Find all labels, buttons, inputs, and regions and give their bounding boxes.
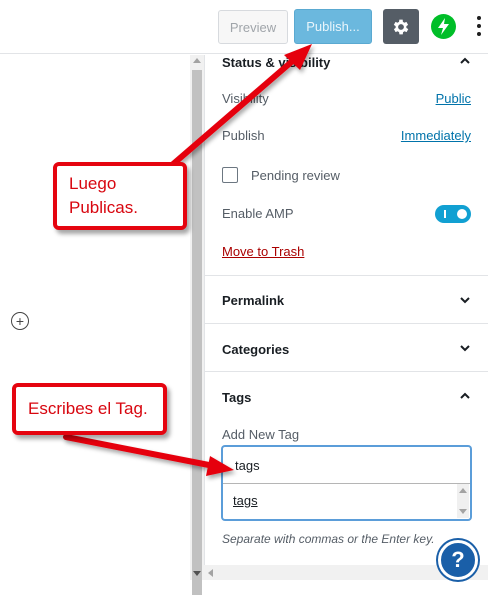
scroll-up-arrow-icon[interactable] (193, 58, 201, 63)
chevron-down-icon[interactable] (460, 295, 470, 305)
editor-toolbar: Preview Publish... (0, 0, 488, 54)
chevron-up-icon[interactable] (460, 56, 470, 66)
pending-review-label: Pending review (251, 168, 340, 183)
chevron-down-icon[interactable] (460, 343, 470, 353)
permalink-title[interactable]: Permalink (222, 293, 284, 308)
preview-button[interactable]: Preview (218, 10, 288, 44)
annotation-callout-publish: Luego Publicas. (53, 162, 187, 230)
tags-hint: Separate with commas or the Enter key. (222, 532, 435, 546)
tag-input-field[interactable]: tags tags (222, 446, 471, 520)
suggestion-divider (223, 483, 470, 484)
panel-divider (205, 275, 488, 276)
scroll-left-arrow-icon[interactable] (208, 569, 213, 577)
publish-date-link[interactable]: Immediately (401, 128, 471, 143)
categories-title[interactable]: Categories (222, 342, 289, 357)
panel-divider (205, 323, 488, 324)
editor-canvas[interactable]: + (0, 55, 190, 580)
tag-input-value[interactable]: tags (235, 458, 260, 473)
jetpack-bolt-icon (438, 18, 449, 35)
tag-suggestion[interactable]: tags (233, 493, 258, 508)
gear-icon (393, 19, 409, 34)
editor-scrollbar[interactable] (190, 55, 204, 595)
move-to-trash-link[interactable]: Move to Trash (222, 244, 304, 259)
enable-amp-label: Enable AMP (222, 206, 294, 221)
publish-label: Publish (222, 128, 265, 143)
plus-circle-icon[interactable]: + (11, 312, 29, 330)
annotation-callout-tag: Escribes el Tag. (12, 383, 167, 435)
status-visibility-title[interactable]: Status & visibility (222, 55, 330, 70)
scrollbar-thumb[interactable] (192, 70, 202, 595)
more-vertical-icon[interactable] (474, 14, 484, 38)
enable-amp-toggle[interactable] (435, 205, 471, 223)
suggestion-scrollbar[interactable] (457, 484, 469, 518)
help-button[interactable]: ? (438, 540, 478, 580)
pending-review-checkbox[interactable] (222, 167, 238, 183)
add-new-tag-label: Add New Tag (222, 427, 300, 442)
settings-sidebar: Status & visibility Visibility Public Pu… (204, 55, 488, 580)
panel-divider (205, 371, 488, 372)
jetpack-button[interactable] (431, 14, 456, 39)
settings-button[interactable] (383, 9, 419, 44)
publish-button[interactable]: Publish... (294, 9, 372, 44)
visibility-link[interactable]: Public (436, 91, 471, 106)
scroll-down-arrow-icon[interactable] (193, 571, 201, 576)
visibility-label: Visibility (222, 91, 269, 106)
chevron-up-icon[interactable] (460, 391, 470, 401)
tags-title[interactable]: Tags (222, 390, 251, 405)
